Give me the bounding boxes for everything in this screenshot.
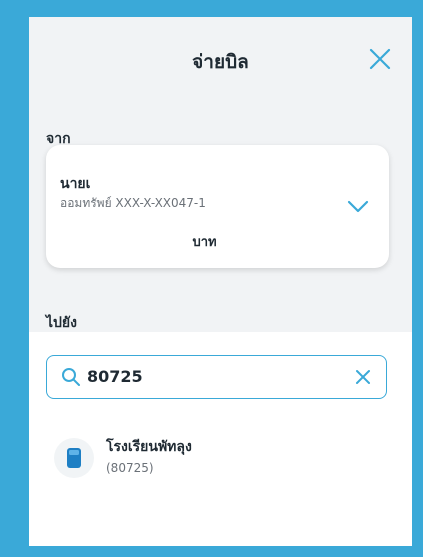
search-icon (62, 368, 80, 386)
close-button[interactable] (366, 45, 394, 73)
biller-name: โรงเรียนพัทลุง (106, 439, 192, 455)
device-frame: จ่ายบิล จาก นายเ ออมทรัพย์ XXX-X-XX047-1… (0, 0, 423, 557)
clear-icon[interactable] (354, 368, 372, 386)
biller-code: (80725) (106, 461, 154, 475)
header: จ่ายบิล (29, 17, 412, 89)
chevron-down-icon[interactable] (347, 200, 369, 214)
biller-avatar (54, 438, 94, 478)
search-box[interactable] (46, 355, 387, 399)
search-input[interactable] (87, 356, 337, 397)
page-title: จ่ายบิล (192, 51, 249, 73)
biller-search-panel: โรงเรียนพัทลุง (80725) (29, 332, 412, 546)
to-label: ไปยัง (46, 315, 77, 331)
account-balance: บาท (192, 235, 217, 250)
result-item[interactable]: โรงเรียนพัทลุง (80725) (46, 430, 386, 490)
source-account-card[interactable]: นายเ ออมทรัพย์ XXX-X-XX047-1 บาท (46, 145, 389, 268)
biller-icon (67, 448, 81, 468)
pay-bill-screen: จ่ายบิล จาก นายเ ออมทรัพย์ XXX-X-XX047-1… (29, 17, 412, 546)
close-icon (369, 48, 391, 70)
account-name: นายเ (60, 176, 91, 192)
account-type-number: ออมทรัพย์ XXX-X-XX047-1 (60, 196, 206, 210)
